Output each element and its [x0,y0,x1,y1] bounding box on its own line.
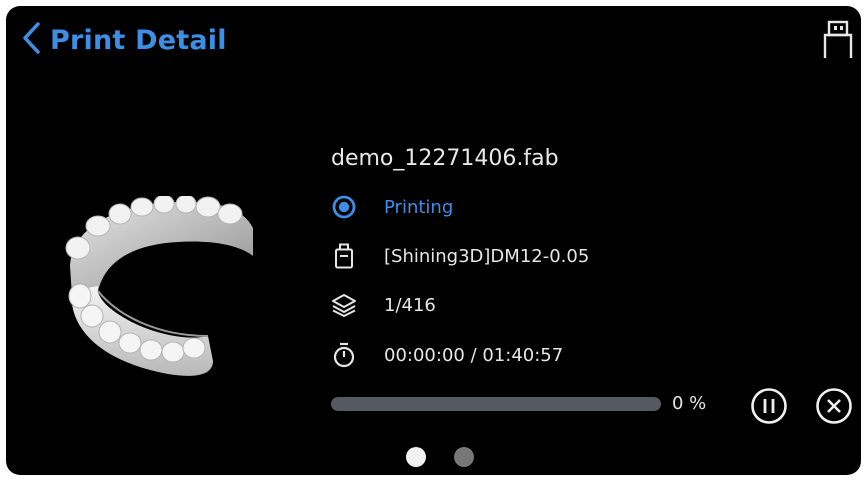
page-dot-2[interactable] [454,447,474,467]
progress-label: 0 % [672,393,707,414]
cancel-button[interactable] [815,387,853,425]
usb-icon [823,20,853,58]
time-row: 00:00:00 / 01:40:57 [331,342,563,368]
file-name: demo_12271406.fab [331,146,559,171]
layers-text: 1/416 [384,294,436,316]
page-title: Print Detail [50,24,227,56]
header: Print Detail [6,6,861,70]
back-button[interactable]: Print Detail [20,18,227,62]
status-row: Printing [331,194,453,220]
layers-icon [331,292,357,318]
status-dot-icon [331,194,357,220]
material-text: [Shining3D]DM12-0.05 [384,245,590,267]
progress-bar [331,397,661,411]
pause-button[interactable] [750,387,788,425]
chevron-left-icon [20,21,42,59]
stopwatch-icon [331,342,357,368]
layers-row: 1/416 [331,292,436,318]
status-text: Printing [384,196,454,218]
model-preview [65,196,253,376]
pause-icon [751,388,787,424]
material-row: [Shining3D]DM12-0.05 [331,243,589,269]
page-dot-1[interactable] [406,447,426,467]
page-indicator [406,447,474,467]
resin-bottle-icon [331,243,357,269]
time-text: 00:00:00 / 01:40:57 [384,344,564,366]
close-circle-icon [816,388,852,424]
usb-button[interactable] [821,20,861,60]
print-detail-screen: Print Detail demo_12271406.fab Printing … [6,6,861,475]
